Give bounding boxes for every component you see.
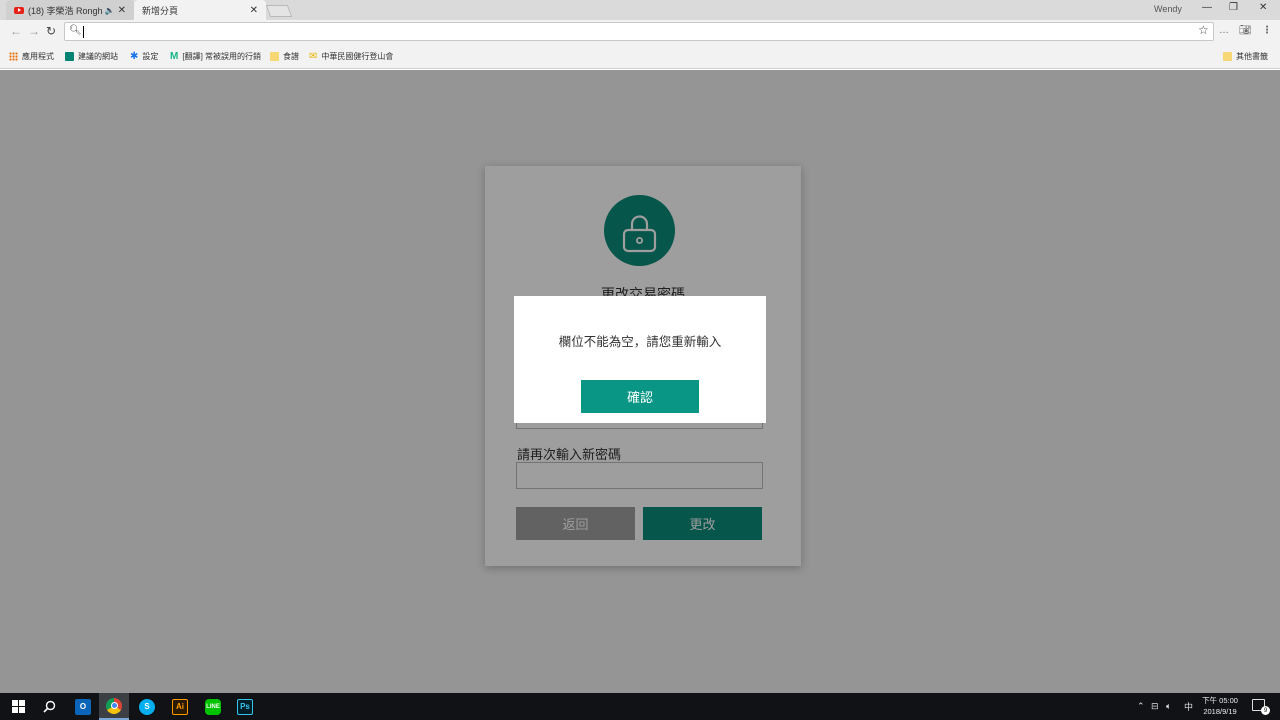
tab-new-tab[interactable]: 新增分頁 ✕ [134,0,266,20]
ime-indicator[interactable]: 中 [1184,693,1193,720]
notification-badge: 9 [1261,706,1270,715]
bookmark-label: 建議的網站 [78,52,118,61]
bookmark-label: 食譜 [283,52,299,61]
tab-youtube[interactable]: (18) 李榮浩 Ronghao 🔈 ✕ [6,0,134,20]
skype-icon: S [139,698,155,715]
confirm-button[interactable]: 確認 [581,380,699,413]
search-icon: 🔍︎ [69,25,82,36]
forward-icon[interactable]: → [28,24,40,38]
system-clock[interactable]: 下午 05:00 2018/9/19 [1196,695,1244,717]
extension-icon[interactable]: … [1219,25,1229,36]
gear-icon: ✱ [130,51,139,62]
bookmark-settings[interactable]: ✱ 設定 [130,51,158,62]
close-tab-icon[interactable]: ✕ [118,5,126,16]
bookmark-label: [翻譯] 常被誤用的行銷 [182,52,262,61]
profile-name[interactable]: Wendy [1154,4,1182,14]
new-tab-button[interactable] [265,5,293,17]
medium-icon: M [170,51,179,62]
taskbar-line[interactable]: LINE [198,693,228,720]
show-hidden-icons[interactable]: ⌃ [1137,693,1145,720]
bookmark-recipes[interactable]: 食譜 [270,51,299,62]
taskbar-skype[interactable]: S [132,693,162,720]
bookmark-article[interactable]: M [翻譯] 常被誤用的行銷 [170,51,262,62]
tab-label: 新增分頁 [142,5,179,16]
chrome-icon [106,697,122,714]
taskbar-illustrator[interactable]: Ai [165,693,195,720]
taskbar-photoshop[interactable]: Ps [230,693,260,720]
bookmark-suggested[interactable]: 建議的網站 [65,51,118,62]
alert-dialog: 欄位不能為空，請您重新輸入 確認 [514,296,766,423]
search-button[interactable] [34,693,64,720]
photoshop-icon: Ps [237,698,253,715]
taskbar-chrome[interactable] [99,693,129,720]
folder-icon [270,52,279,61]
line-icon: LINE [205,698,221,715]
folder-icon [1223,52,1232,61]
bookmark-hiking[interactable]: ✉ 中華民國健行登山會 [309,51,393,62]
dialog-message: 欄位不能為空，請您重新輸入 [558,335,722,349]
close-window-icon[interactable]: ✕ [1259,2,1267,13]
minimize-icon[interactable]: — [1202,2,1212,13]
speaker-icon[interactable]: 🔈 [105,6,115,15]
youtube-icon [14,6,24,14]
network-icon[interactable]: ⊟ [1151,693,1159,720]
address-bar[interactable]: 🔍︎ [64,22,1214,41]
menu-icon[interactable]: ⋮ [1262,25,1272,36]
bookmark-star-icon[interactable]: ☆ [1198,23,1209,37]
taskbar-outlook[interactable]: O [68,693,98,720]
windows-icon [11,700,25,713]
clock-date: 2018/9/19 [1203,707,1237,716]
bookmark-label: 其他書籤 [1236,52,1268,61]
restore-icon[interactable]: ❐ [1229,2,1238,13]
apps-icon [9,52,18,61]
camera-icon[interactable]: 📷︎ [1239,25,1252,36]
bookmark-other[interactable]: 其他書籤 [1223,51,1268,62]
clock-time: 下午 05:00 [1202,696,1238,705]
outlook-icon: O [75,698,91,715]
close-tab-icon[interactable]: ✕ [250,5,258,16]
back-icon[interactable]: ← [10,24,22,38]
bookmarks-bar: 應用程式 建議的網站 ✱ 設定 M [翻譯] 常被誤用的行銷 食譜 ✉ 中華民國… [0,44,1280,69]
bookmark-label: 應用程式 [22,52,54,61]
start-button[interactable] [3,693,33,720]
volume-icon[interactable]: 🔈︎ [1166,693,1171,720]
bookmark-apps[interactable]: 應用程式 [9,51,54,62]
bookmark-label: 中華民國健行登山會 [321,52,394,61]
bookmark-label: 設定 [142,52,159,61]
windows-taskbar: O S Ai LINE Ps ⌃ ⊟ 🔈︎ 中 下午 05:00 2018/9/… [0,693,1280,720]
tab-strip: (18) 李榮浩 Ronghao 🔈 ✕ 新增分頁 ✕ Wendy — ❐ ✕ [0,0,1280,20]
tab-label: (18) 李榮浩 Ronghao [28,5,103,16]
search-icon [42,700,55,713]
reload-icon[interactable]: ↻ [46,24,56,38]
illustrator-icon: Ai [172,698,188,715]
bing-icon [65,52,74,61]
site-icon: ✉ [309,51,318,62]
text-caret [83,26,84,38]
